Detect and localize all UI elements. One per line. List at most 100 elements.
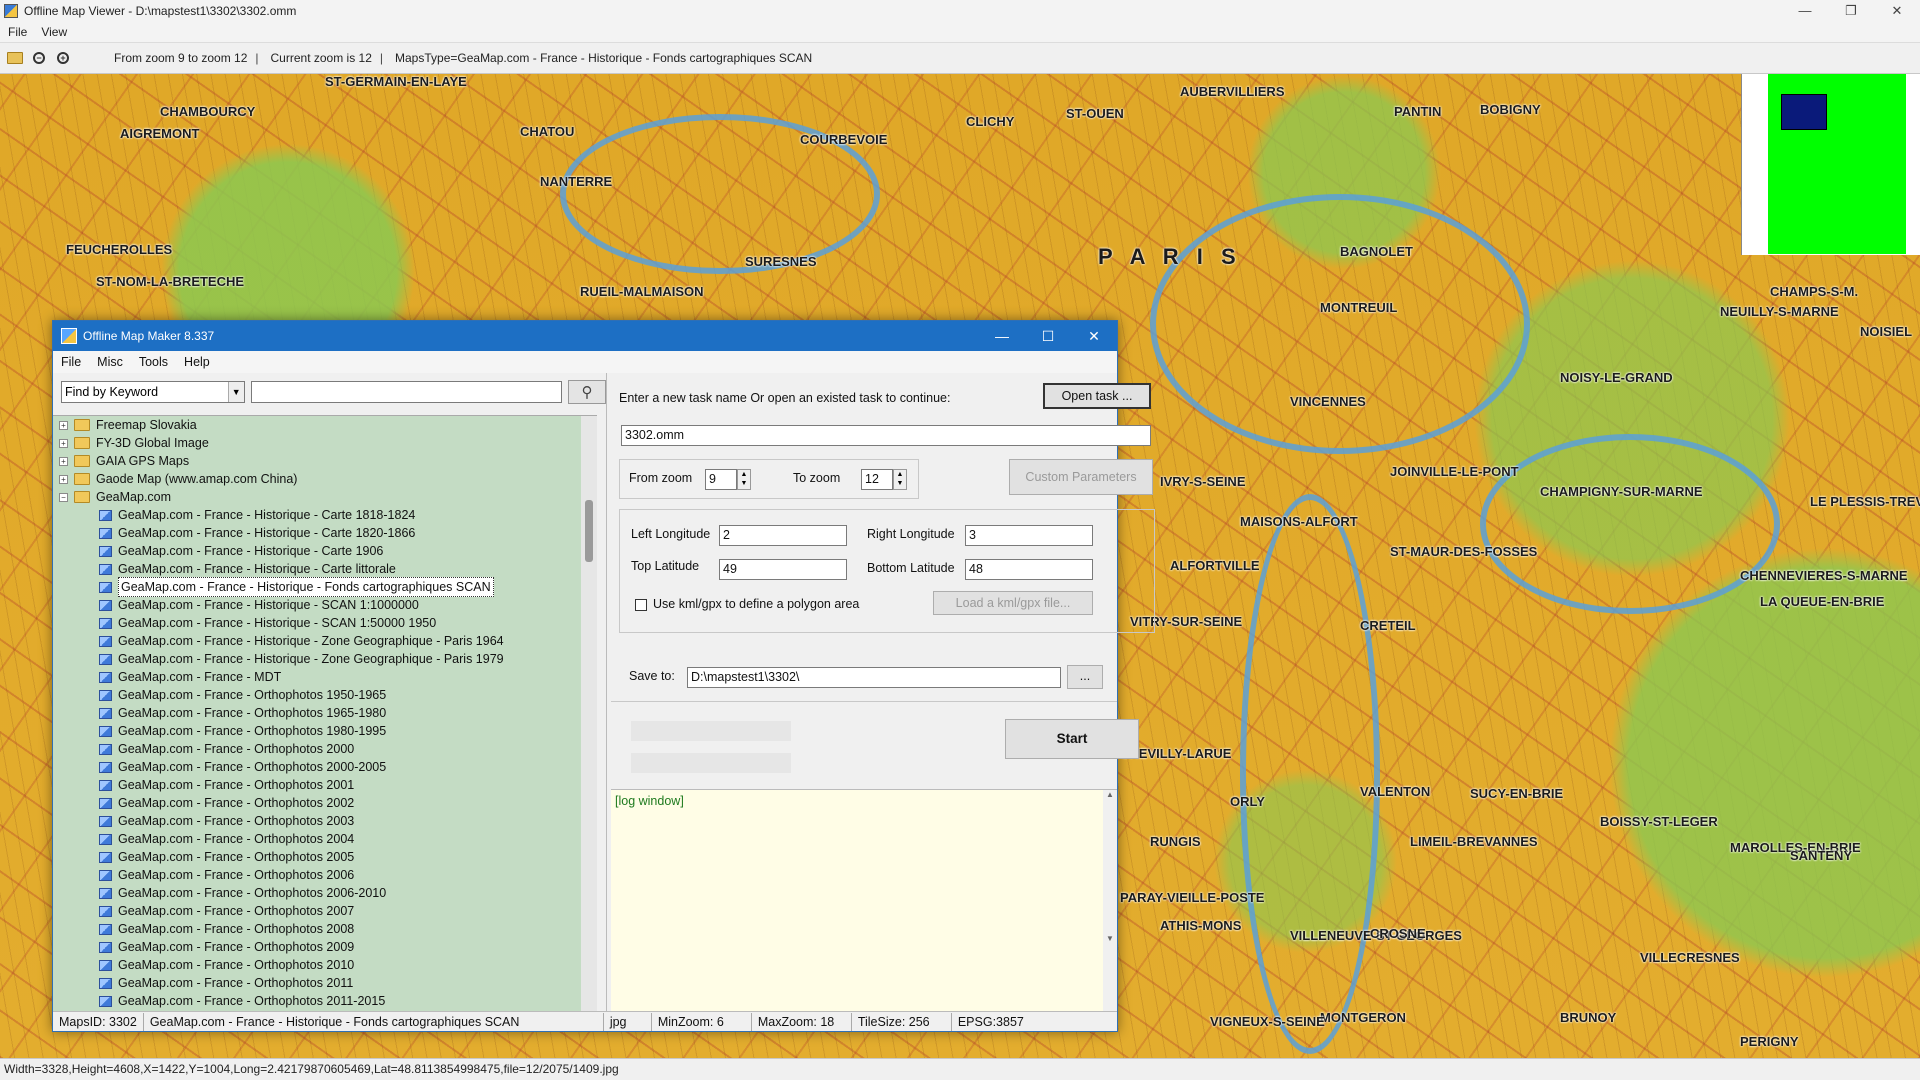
tree-map-item[interactable]: GeaMap.com - France - Orthophotos 2006-2… <box>53 884 597 902</box>
expand-icon[interactable]: + <box>59 438 68 448</box>
map-place-label: VIGNEUX-S-SEINE <box>1210 1014 1325 1029</box>
collapse-icon[interactable]: − <box>59 492 68 502</box>
tree-map-item[interactable]: GeaMap.com - France - Orthophotos 2006 <box>53 866 597 884</box>
top-latitude-input[interactable]: 49 <box>719 559 847 580</box>
custom-parameters-button[interactable]: Custom Parameters <box>1009 459 1153 495</box>
tree-map-item-selected[interactable]: GeaMap.com - France - Historique - Fonds… <box>53 577 597 597</box>
tree-folder[interactable]: − GeaMap.com <box>53 488 597 506</box>
tree-map-item[interactable]: GeaMap.com - France - Historique - Carte… <box>53 506 597 524</box>
expand-icon[interactable]: + <box>59 456 68 466</box>
tree-map-item[interactable]: GeaMap.com - France - Orthophotos 2002 <box>53 794 597 812</box>
save-path-input[interactable]: D:\mapstest1\3302\ <box>687 667 1061 688</box>
to-zoom-input[interactable]: 12 <box>861 469 893 490</box>
open-task-button[interactable]: Open task ... <box>1043 383 1151 409</box>
map-icon <box>99 851 112 863</box>
browse-button[interactable]: ... <box>1067 665 1103 689</box>
folder-icon <box>74 455 90 467</box>
tree-map-item[interactable]: GeaMap.com - France - Historique - Zone … <box>53 632 597 650</box>
tree-map-item[interactable]: GeaMap.com - France - Historique - Carte… <box>53 542 597 560</box>
tree-map-item[interactable]: GeaMap.com - France - Orthophotos 1950-1… <box>53 686 597 704</box>
tree-folder[interactable]: + Gaode Map (www.amap.com China) <box>53 470 597 488</box>
close-icon[interactable]: ✕ <box>1874 0 1920 22</box>
kml-checkbox[interactable] <box>635 599 647 611</box>
map-place-label: BAGNOLET <box>1340 244 1413 259</box>
map-icon <box>99 635 112 647</box>
tree-map-item[interactable]: GeaMap.com - France - Historique - Zone … <box>53 650 597 668</box>
tree-map-item[interactable]: GeaMap.com - France - Historique - Carte… <box>53 560 597 578</box>
overview-minimap[interactable] <box>1741 74 1920 255</box>
tree-folder[interactable]: + Freemap Slovakia <box>53 416 597 434</box>
tree-map-item[interactable]: GeaMap.com - France - Orthophotos 2005 <box>53 848 597 866</box>
restore-icon[interactable]: ❐ <box>1828 0 1874 22</box>
dialog-titlebar[interactable]: Offline Map Maker 8.337 — ☐ ✕ <box>53 321 1117 351</box>
left-longitude-input[interactable]: 2 <box>719 525 847 546</box>
right-longitude-input[interactable]: 3 <box>965 525 1093 546</box>
map-place-label: VINCENNES <box>1290 394 1366 409</box>
tree-scroll-thumb[interactable] <box>585 500 593 562</box>
from-zoom-input[interactable]: 9 <box>705 469 737 490</box>
tree-map-item[interactable]: GeaMap.com - France - Historique - SCAN … <box>53 596 597 614</box>
tree-map-item[interactable]: GeaMap.com - France - Orthophotos 1980-1… <box>53 722 597 740</box>
log-scrollbar[interactable]: ▲ ▼ <box>1103 790 1117 1012</box>
tree-map-item[interactable]: GeaMap.com - France - Orthophotos 2011-2… <box>53 992 597 1010</box>
dialog-menu-misc[interactable]: Misc <box>97 355 123 369</box>
map-place-label: MAISONS-ALFORT <box>1240 514 1358 529</box>
tree-folder-label: GeaMap.com <box>96 490 172 504</box>
dialog-minimize-icon[interactable]: — <box>979 321 1025 351</box>
from-zoom-spinner[interactable]: ▲ ▼ <box>737 469 751 490</box>
load-kml-button[interactable]: Load a kml/gpx file... <box>933 591 1093 615</box>
tree-map-item[interactable]: GeaMap.com - France - Orthophotos 2011 <box>53 974 597 992</box>
map-viewer-app-icon <box>4 4 18 18</box>
search-mode-select[interactable]: Find by Keyword ▼ <box>61 381 245 403</box>
tree-map-item[interactable]: GeaMap.com - France - Orthophotos 2007 <box>53 902 597 920</box>
tree-map-item[interactable]: GeaMap.com - France - Orthophotos 1965-1… <box>53 704 597 722</box>
tree-map-item[interactable]: GeaMap.com - France - Orthophotos 2000 <box>53 740 597 758</box>
tree-map-item[interactable]: GeaMap.com - France - Orthophotos 2001 <box>53 776 597 794</box>
minimize-icon[interactable]: — <box>1782 0 1828 22</box>
tree-map-item[interactable]: GeaMap.com - France - Orthophotos 2004 <box>53 830 597 848</box>
tree-map-item[interactable]: GeaMap.com - France - Historique - SCAN … <box>53 614 597 632</box>
to-zoom-spinner[interactable]: ▲ ▼ <box>893 469 907 490</box>
map-place-label: SANTENY <box>1790 848 1853 863</box>
overview-viewport-rect[interactable] <box>1781 94 1827 130</box>
tree-map-label: GeaMap.com - France - Orthophotos 1950-1… <box>118 688 387 702</box>
dialog-maximize-icon[interactable]: ☐ <box>1025 321 1071 351</box>
log-window[interactable]: [log window] ▲ ▼ <box>611 789 1117 1012</box>
tree-folder[interactable]: + FY-3D Global Image <box>53 434 597 452</box>
expand-icon[interactable]: + <box>59 420 68 430</box>
zoom-out-icon[interactable]: − <box>30 49 48 67</box>
expand-icon[interactable]: + <box>59 474 68 484</box>
dialog-menu-help[interactable]: Help <box>184 355 210 369</box>
menu-file[interactable]: File <box>8 25 27 39</box>
tree-scrollbar[interactable] <box>581 416 597 1011</box>
maps-tree[interactable]: + Freemap Slovakia + FY-3D Global Image + G… <box>53 415 597 1011</box>
tree-map-label: GeaMap.com - France - MDT <box>118 670 282 684</box>
tree-folder[interactable]: + GAIA GPS Maps <box>53 452 597 470</box>
tree-map-item[interactable]: GeaMap.com - France - Orthophotos 2000-2… <box>53 758 597 776</box>
chevron-down-icon[interactable]: ▼ <box>227 382 244 402</box>
divider <box>611 701 1117 702</box>
dialog-close-icon[interactable]: ✕ <box>1071 321 1117 351</box>
map-place-label: SUCY-EN-BRIE <box>1470 786 1564 801</box>
tree-map-label: GeaMap.com - France - Orthophotos 2009 <box>118 940 355 954</box>
task-name-input[interactable]: 3302.omm <box>621 425 1151 446</box>
outer-window-title: Offline Map Viewer - D:\mapstest1\3302\3… <box>24 4 297 18</box>
tree-map-item[interactable]: GeaMap.com - France - Orthophotos 2003 <box>53 812 597 830</box>
bottom-latitude-input[interactable]: 48 <box>965 559 1093 580</box>
tree-map-item[interactable]: GeaMap.com - France - Orthophotos 2009 <box>53 938 597 956</box>
right-longitude-label: Right Longitude <box>867 527 955 541</box>
dialog-menubar: File Misc Tools Help <box>53 351 1117 373</box>
start-button[interactable]: Start <box>1005 719 1139 759</box>
menu-view[interactable]: View <box>41 25 67 39</box>
tree-map-item[interactable]: GeaMap.com - France - Orthophotos 2010 <box>53 956 597 974</box>
map-place-label: PERIGNY <box>1740 1034 1799 1049</box>
dialog-menu-tools[interactable]: Tools <box>139 355 168 369</box>
tree-map-item[interactable]: GeaMap.com - France - Orthophotos 2008 <box>53 920 597 938</box>
tree-map-item[interactable]: GeaMap.com - France - MDT <box>53 668 597 686</box>
zoom-in-icon[interactable]: + <box>54 49 72 67</box>
dialog-menu-file[interactable]: File <box>61 355 81 369</box>
search-input[interactable] <box>250 381 563 403</box>
open-folder-icon[interactable] <box>6 49 24 67</box>
search-button[interactable]: ⚲ <box>568 380 606 404</box>
tree-map-item[interactable]: GeaMap.com - France - Historique - Carte… <box>53 524 597 542</box>
